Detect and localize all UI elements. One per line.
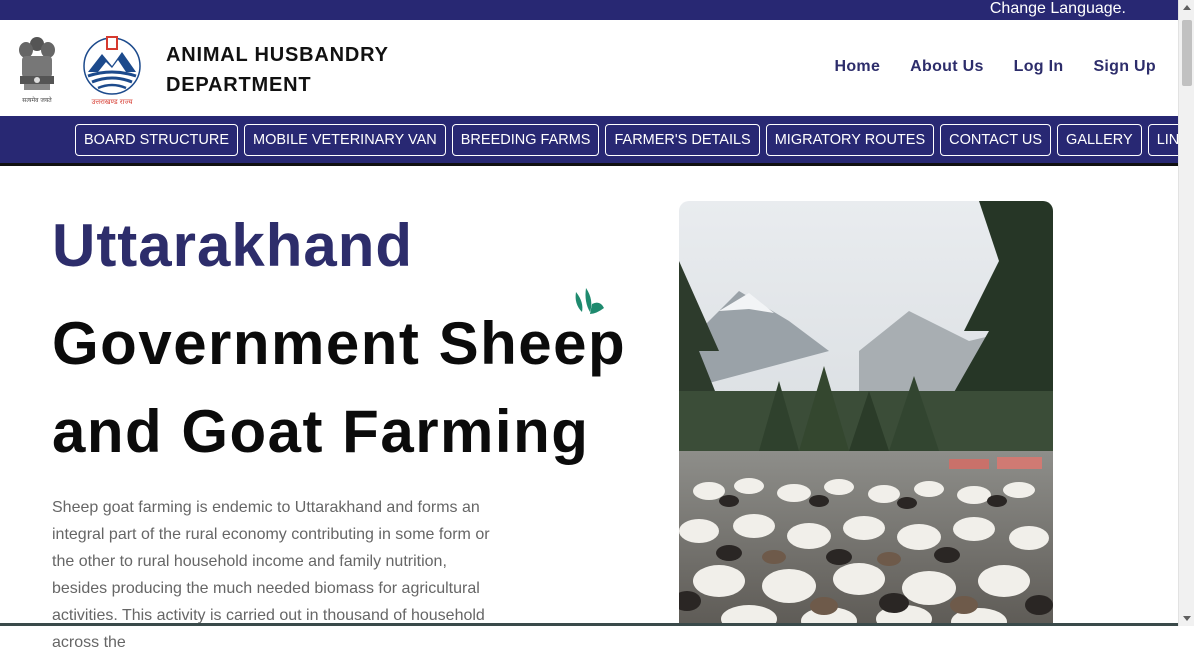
scrollbar-thumb[interactable] — [1182, 20, 1192, 86]
main-menu: BOARD STRUCTURE MOBILE VETERINARY VAN BR… — [75, 124, 1194, 156]
national-emblem-logo: सत्यमेव जयते — [14, 32, 60, 108]
department-name: ANIMAL HUSBANDRY DEPARTMENT — [166, 40, 426, 100]
sheep-herd-photo — [679, 201, 1053, 626]
main-menu-bar: BOARD STRUCTURE MOBILE VETERINARY VAN BR… — [0, 116, 1178, 166]
page-scrollbar[interactable] — [1178, 0, 1194, 626]
emblem-caption: सत्यमेव जयते — [22, 96, 52, 104]
language-bar: Change Language. — [0, 0, 1178, 20]
nav-log-in-link[interactable]: Log In — [1014, 58, 1064, 76]
menu-contact-us-button[interactable]: CONTACT US — [940, 124, 1051, 156]
hero-title-main: Government Sheep and Goat Farming — [52, 300, 652, 476]
nav-about-us-link[interactable]: About Us — [910, 58, 984, 76]
menu-mobile-veterinary-van-button[interactable]: MOBILE VETERINARY VAN — [244, 124, 446, 156]
menu-board-structure-button[interactable]: BOARD STRUCTURE — [75, 124, 238, 156]
menu-farmers-details-button[interactable]: FARMER'S DETAILS — [605, 124, 759, 156]
uttarakhand-state-logo: उत्तराखण्ड राज्य — [80, 32, 146, 108]
scroll-up-arrow-icon[interactable] — [1183, 5, 1191, 10]
leaf-decoration-icon — [570, 286, 606, 322]
logo-caption: उत्तराखण्ड राज्य — [91, 98, 133, 106]
nav-sign-up-link[interactable]: Sign Up — [1093, 58, 1156, 76]
hero-title-region: Uttarakhand — [52, 210, 413, 282]
hero-description: Sheep goat farming is endemic to Uttarak… — [52, 494, 502, 656]
scroll-down-arrow-icon[interactable] — [1183, 616, 1191, 621]
menu-breeding-farms-button[interactable]: BREEDING FARMS — [452, 124, 600, 156]
nav-home-link[interactable]: Home — [834, 58, 880, 76]
menu-migratory-routes-button[interactable]: MIGRATORY ROUTES — [766, 124, 934, 156]
change-language-link[interactable]: Change Language. — [990, 0, 1126, 18]
top-navigation: Home About Us Log In Sign Up — [834, 58, 1156, 76]
site-header: सत्यमेव जयते उत्तराखण्ड राज्य ANIMAL HUS… — [0, 20, 1178, 116]
menu-gallery-button[interactable]: GALLERY — [1057, 124, 1142, 156]
